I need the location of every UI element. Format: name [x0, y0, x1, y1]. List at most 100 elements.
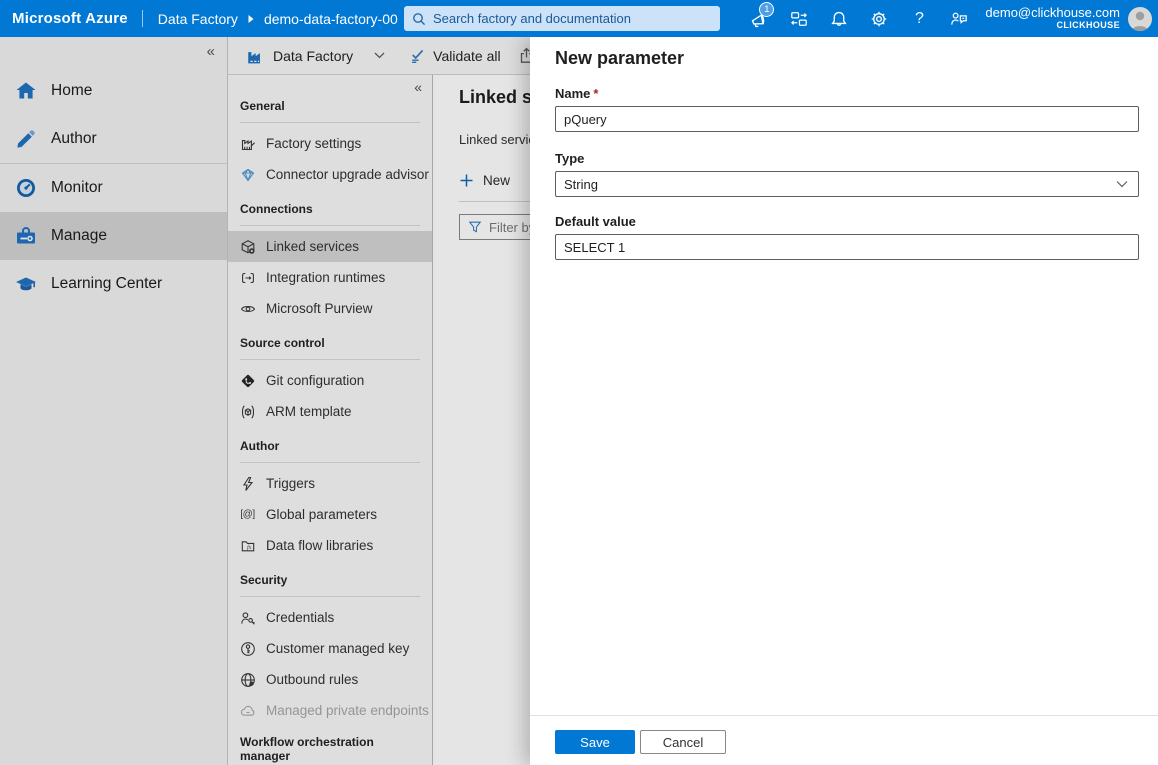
type-select-value: String — [564, 177, 598, 192]
sidebar-item-credentials[interactable]: Credentials — [228, 602, 432, 633]
new-parameter-panel: New parameter Name* Type String Default … — [530, 37, 1158, 765]
pencil-icon — [14, 127, 38, 151]
type-select[interactable]: String — [555, 171, 1139, 197]
sidebar-item-git-configuration[interactable]: Git configuration — [228, 365, 432, 396]
section-security: Security Credentials Customer managed ke… — [228, 571, 432, 726]
sidebar-item-microsoft-purview[interactable]: Microsoft Purview — [228, 293, 432, 324]
sidebar-item-linked-services[interactable]: Linked services — [228, 231, 432, 262]
factory-icon — [246, 47, 264, 65]
name-field[interactable] — [555, 106, 1139, 132]
factory-toolbar: Data Factory Validate all — [228, 37, 530, 75]
factory-menu[interactable]: Data Factory — [246, 47, 385, 65]
page-description: Linked servic — [459, 132, 530, 147]
chevron-down-icon — [374, 52, 385, 59]
section-workflow-orchestration-manager: Workflow orchestration manager — [228, 736, 432, 764]
type-label: Type — [555, 151, 584, 166]
new-button-label: New — [483, 173, 510, 188]
switch-view-icon[interactable] — [787, 7, 811, 31]
announcements-icon[interactable]: 1 — [747, 7, 771, 31]
account-info[interactable]: demo@clickhouse.com CLICKHOUSE — [985, 6, 1120, 30]
section-divider — [240, 462, 420, 463]
left-nav-collapse-icon[interactable]: « — [207, 43, 215, 60]
save-button[interactable]: Save — [555, 730, 635, 754]
section-divider — [240, 359, 420, 360]
filter-input[interactable] — [489, 220, 530, 235]
validate-all-button[interactable]: Validate all — [409, 47, 500, 64]
validate-all-label: Validate all — [433, 48, 500, 64]
sidebar-item-author[interactable]: Author — [0, 115, 227, 163]
search-input[interactable] — [433, 11, 712, 26]
eye-icon — [239, 300, 256, 317]
graduation-cap-icon — [14, 272, 38, 296]
plus-icon — [459, 173, 474, 188]
sidebar-item-outbound-rules[interactable]: Outbound rules — [228, 664, 432, 695]
filter-funnel-icon — [468, 220, 482, 234]
fx-folder-icon: fx — [239, 537, 256, 554]
section-divider — [240, 122, 420, 123]
azure-brand[interactable]: Microsoft Azure — [12, 10, 128, 27]
runtime-icon — [239, 269, 256, 286]
sidebar-item-triggers[interactable]: Triggers — [228, 468, 432, 499]
help-icon[interactable]: ? — [907, 7, 931, 31]
feedback-icon[interactable] — [947, 7, 971, 31]
cancel-button[interactable]: Cancel — [640, 730, 726, 754]
globe-icon — [239, 671, 256, 688]
manage-sidebar-collapse-icon[interactable]: « — [414, 79, 422, 95]
gauge-icon — [14, 176, 38, 200]
at-brackets-icon: [@] — [239, 506, 256, 523]
sidebar-item-managed-private-endpoints[interactable]: Managed private endpoints — [228, 695, 432, 726]
validate-all-icon — [409, 47, 426, 64]
sidebar-item-factory-settings[interactable]: Factory settings — [228, 128, 432, 159]
page-title: Linked services — [459, 87, 530, 108]
account-email: demo@clickhouse.com — [985, 6, 1120, 20]
topbar-separator — [142, 10, 143, 27]
search-box[interactable] — [404, 6, 720, 31]
breadcrumb-resource[interactable]: demo-data-factory-00 — [264, 11, 404, 27]
sidebar-item-manage[interactable]: Manage — [0, 212, 227, 260]
settings-gear-icon[interactable] — [867, 7, 891, 31]
sidebar-item-data-flow-libraries[interactable]: fx Data flow libraries — [228, 530, 432, 561]
required-marker: * — [593, 86, 598, 101]
avatar[interactable] — [1128, 7, 1152, 31]
linked-cube-icon — [239, 238, 256, 255]
arm-template-icon — [239, 403, 256, 420]
gem-icon — [239, 166, 256, 183]
sidebar-item-connector-upgrade-advisor[interactable]: Connector upgrade advisor — [228, 159, 432, 190]
lightning-icon — [239, 475, 256, 492]
key-circle-icon — [239, 640, 256, 657]
cloud-icon — [239, 702, 256, 719]
section-general: General Factory settings Connector upgra… — [228, 97, 432, 190]
sidebar-item-integration-runtimes[interactable]: Integration runtimes — [228, 262, 432, 293]
section-divider — [240, 596, 420, 597]
notifications-bell-icon[interactable] — [827, 7, 851, 31]
notification-badge: 1 — [759, 2, 774, 17]
panel-footer: Save Cancel — [530, 715, 1158, 765]
sidebar-item-customer-managed-key[interactable]: Customer managed key — [228, 633, 432, 664]
manage-sidebar: « General Factory settings Connector upg… — [228, 75, 433, 765]
azure-top-bar: Microsoft Azure Data Factory demo-data-f… — [0, 0, 1158, 37]
search-icon — [412, 12, 426, 26]
sidebar-item-home[interactable]: Home — [0, 67, 227, 115]
breadcrumb-arrow-icon — [247, 14, 255, 24]
section-source-control: Source control Git configuration ARM tem… — [228, 334, 432, 427]
filter-box[interactable] — [459, 214, 530, 240]
new-button[interactable]: New — [459, 173, 530, 188]
account-tenant: CLICKHOUSE — [985, 21, 1120, 31]
section-divider — [240, 225, 420, 226]
default-value-field[interactable] — [555, 234, 1139, 260]
svg-text:fx: fx — [247, 544, 252, 551]
name-label: Name* — [555, 86, 598, 101]
sidebar-item-arm-template[interactable]: ARM template — [228, 396, 432, 427]
git-icon — [239, 372, 256, 389]
sidebar-item-monitor[interactable]: Monitor — [0, 164, 227, 212]
topbar-icon-group: 1 ? — [747, 7, 971, 31]
factory-settings-icon — [239, 135, 256, 152]
breadcrumb-app[interactable]: Data Factory — [158, 11, 238, 27]
panel-title: New parameter — [555, 48, 684, 69]
toolbar-divider — [459, 201, 530, 202]
section-author: Author Triggers [@] Global parameters fx… — [228, 437, 432, 561]
sidebar-item-learning-center[interactable]: Learning Center — [0, 260, 227, 308]
toolbox-icon — [14, 224, 38, 248]
sidebar-item-global-parameters[interactable]: [@] Global parameters — [228, 499, 432, 530]
section-connections: Connections Linked services Integration … — [228, 200, 432, 324]
